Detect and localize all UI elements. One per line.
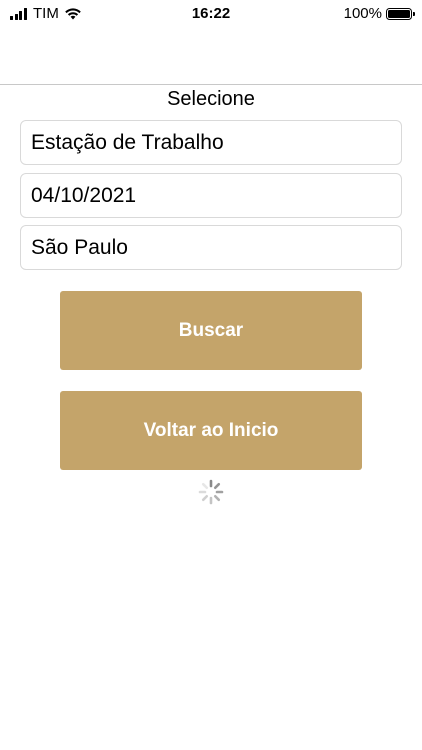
date-field[interactable]: 04/10/2021 [20,173,402,218]
page-title: Selecione [167,88,255,110]
city-field[interactable]: São Paulo [20,225,402,270]
screen: TIM 16:22 100% Selecione Estação de Trab… [0,0,422,750]
status-right: 100% [343,5,415,22]
nav-divider [0,84,422,85]
status-bar: TIM 16:22 100% [0,0,422,28]
back-home-button[interactable]: Voltar ao Inicio [60,391,362,470]
battery-percent: 100% [343,5,382,22]
battery-icon [386,7,415,20]
search-button[interactable]: Buscar [60,291,362,370]
spinner-icon [198,479,224,505]
workstation-field[interactable]: Estação de Trabalho [20,120,402,165]
